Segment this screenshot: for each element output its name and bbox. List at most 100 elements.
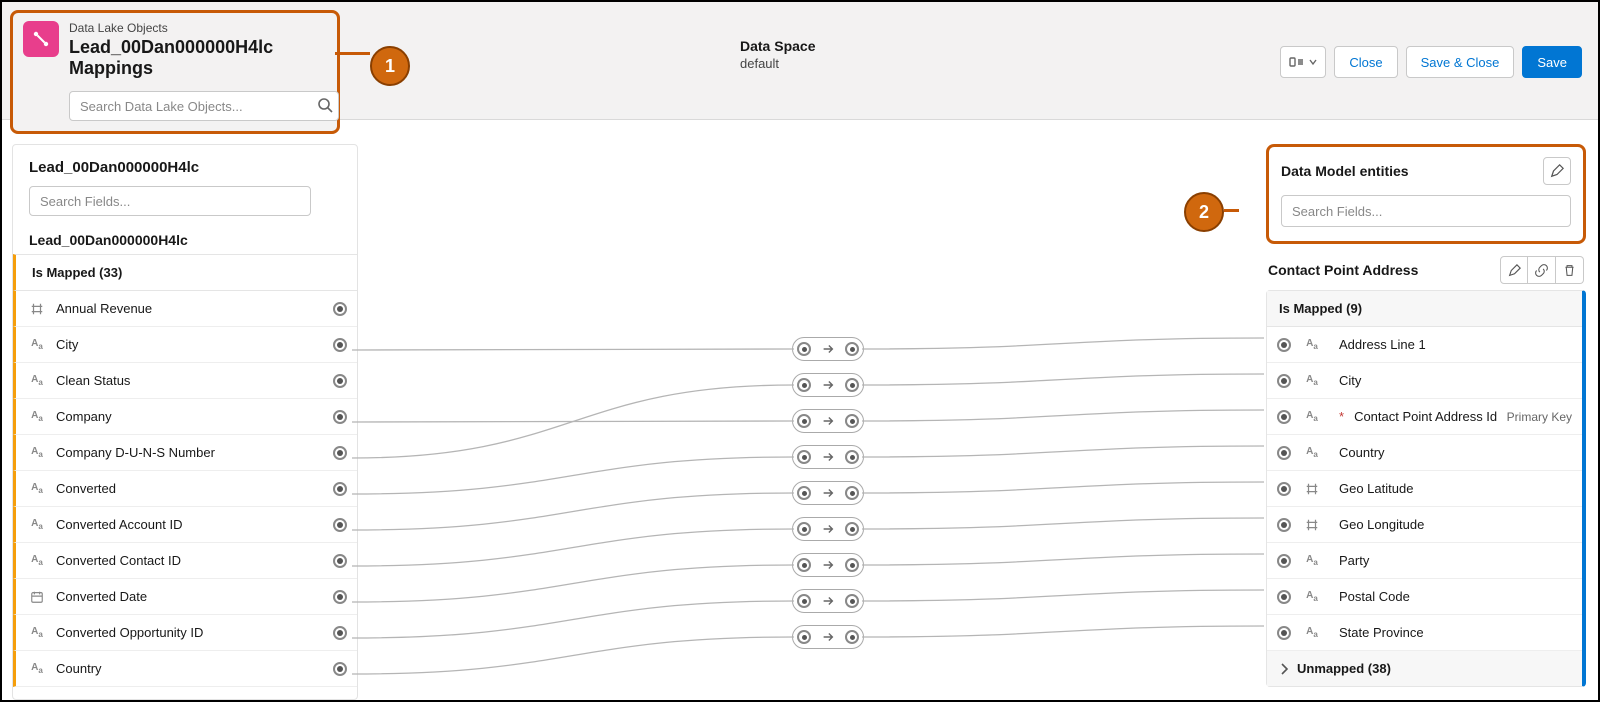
type-icon: Aa — [28, 480, 46, 498]
input-port[interactable] — [1277, 374, 1291, 388]
source-mapped-header[interactable]: Is Mapped (33) — [13, 254, 357, 291]
type-icon — [1303, 480, 1321, 498]
arrow-right-icon — [821, 450, 835, 464]
mapping-connector[interactable] — [792, 373, 864, 397]
edit-section-button[interactable] — [1500, 256, 1528, 284]
mapping-connector[interactable] — [792, 589, 864, 613]
mapping-connector[interactable] — [792, 409, 864, 433]
output-port[interactable] — [333, 626, 347, 640]
edit-entities-button[interactable] — [1543, 157, 1571, 185]
source-field-row[interactable]: AaCity — [13, 327, 357, 363]
dataspace-label: Data Space — [740, 38, 1280, 54]
input-port[interactable] — [1277, 518, 1291, 532]
callout-badge-1: 1 — [370, 46, 410, 86]
output-port[interactable] — [333, 662, 347, 676]
header-eyebrow: Data Lake Objects — [69, 21, 327, 35]
field-label: Company — [56, 409, 112, 424]
save-and-close-button[interactable]: Save & Close — [1406, 46, 1515, 78]
output-port[interactable] — [333, 338, 347, 352]
input-port[interactable] — [1277, 446, 1291, 460]
target-search-input[interactable] — [1281, 195, 1571, 227]
search-icon — [317, 97, 333, 116]
type-icon: Aa — [1303, 624, 1321, 642]
save-button[interactable]: Save — [1522, 46, 1582, 78]
mapping-connector[interactable] — [792, 481, 864, 505]
callout-connector-1 — [335, 52, 370, 55]
arrow-right-icon — [821, 486, 835, 500]
field-label: Contact Point Address Id — [1354, 409, 1497, 424]
output-port[interactable] — [333, 482, 347, 496]
target-unmapped-header[interactable]: Unmapped (38) — [1267, 651, 1582, 686]
output-port[interactable] — [333, 374, 347, 388]
source-field-row[interactable]: Converted Date — [13, 579, 357, 615]
field-label: Postal Code — [1339, 589, 1410, 604]
input-port[interactable] — [1277, 590, 1291, 604]
output-port[interactable] — [333, 410, 347, 424]
close-button[interactable]: Close — [1334, 46, 1397, 78]
delete-section-button[interactable] — [1556, 256, 1584, 284]
mapping-connector[interactable] — [792, 517, 864, 541]
field-label: Country — [1339, 445, 1385, 460]
link-section-button[interactable] — [1528, 256, 1556, 284]
type-icon: Aa — [1303, 336, 1321, 354]
field-label: Company D-U-N-S Number — [56, 445, 215, 460]
search-data-lake-input[interactable] — [69, 91, 339, 121]
target-field-row[interactable]: Geo Latitude — [1267, 471, 1582, 507]
field-label: Converted Account ID — [56, 517, 182, 532]
field-label: Address Line 1 — [1339, 337, 1426, 352]
input-port[interactable] — [1277, 554, 1291, 568]
source-field-row[interactable]: Aa Company D-U-N-S Number — [13, 435, 357, 471]
target-field-row[interactable]: AaState Province — [1267, 615, 1582, 651]
mapping-connector[interactable] — [792, 553, 864, 577]
arrow-right-icon — [821, 414, 835, 428]
field-label: Country — [56, 661, 102, 676]
target-field-row[interactable]: Geo Longitude — [1267, 507, 1582, 543]
source-field-row[interactable]: AaClean Status — [13, 363, 357, 399]
source-field-row[interactable]: Aa Converted — [13, 471, 357, 507]
input-port[interactable] — [1277, 410, 1291, 424]
mapping-connector[interactable] — [792, 625, 864, 649]
source-field-row[interactable]: Annual Revenue — [13, 291, 357, 327]
input-port[interactable] — [1277, 482, 1291, 496]
type-icon: Aa — [28, 552, 46, 570]
field-label: Converted — [56, 481, 116, 496]
source-panel: Lead_00Dan000000H4lc Lead_00Dan000000H4l… — [12, 144, 358, 700]
callout-badge-2: 2 — [1184, 192, 1224, 232]
layout-dropdown-button[interactable] — [1280, 46, 1326, 78]
source-field-row[interactable]: Aa Country — [13, 651, 357, 687]
output-port[interactable] — [333, 590, 347, 604]
input-port[interactable] — [1277, 626, 1291, 640]
source-subtitle: Lead_00Dan000000H4lc — [13, 226, 357, 254]
target-field-row[interactable]: Aa*Contact Point Address IdPrimary Key — [1267, 399, 1582, 435]
target-field-row[interactable]: Aa Address Line 1 — [1267, 327, 1582, 363]
mapping-connector[interactable] — [792, 445, 864, 469]
output-port[interactable] — [333, 554, 347, 568]
target-field-row[interactable]: AaCity — [1267, 363, 1582, 399]
chevron-right-icon — [1279, 663, 1291, 675]
type-icon: Aa — [28, 408, 46, 426]
target-panel: Data Model entities Contact Point Addres… — [1266, 144, 1586, 687]
output-port[interactable] — [333, 446, 347, 460]
header-center: Data Space default — [340, 10, 1280, 71]
input-port[interactable] — [1277, 338, 1291, 352]
output-port[interactable] — [333, 518, 347, 532]
type-icon: Aa — [28, 444, 46, 462]
output-port[interactable] — [333, 302, 347, 316]
source-field-row[interactable]: AaConverted Account ID — [13, 507, 357, 543]
source-field-row[interactable]: Aa Company — [13, 399, 357, 435]
mapping-connector[interactable] — [792, 337, 864, 361]
target-field-row[interactable]: AaCountry — [1267, 435, 1582, 471]
target-field-row[interactable]: Aa Postal Code — [1267, 579, 1582, 615]
arrow-right-icon — [821, 558, 835, 572]
field-label: Party — [1339, 553, 1369, 568]
callout-connector-2 — [1224, 209, 1239, 212]
target-list: Is Mapped (9) Aa Address Line 1 AaCityAa*C… — [1266, 290, 1586, 687]
type-icon: Aa — [1303, 588, 1321, 606]
target-field-row[interactable]: AaParty — [1267, 543, 1582, 579]
source-field-row[interactable]: AaConverted Contact ID — [13, 543, 357, 579]
source-search-input[interactable] — [29, 186, 311, 216]
target-mapped-header[interactable]: Is Mapped (9) — [1267, 291, 1582, 327]
source-field-row[interactable]: AaConverted Opportunity ID — [13, 615, 357, 651]
field-label: Converted Opportunity ID — [56, 625, 203, 640]
type-icon: Aa — [28, 660, 46, 678]
